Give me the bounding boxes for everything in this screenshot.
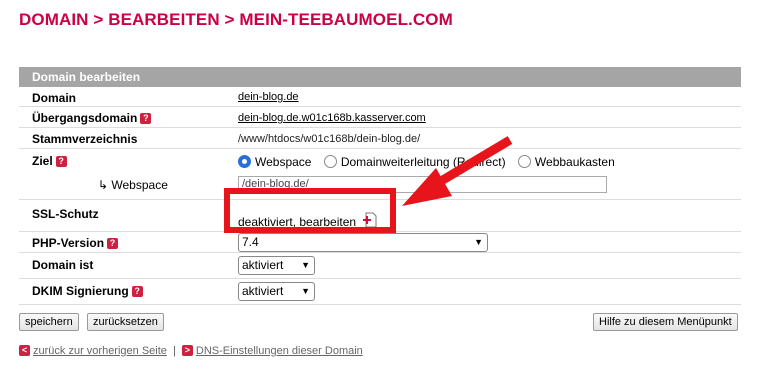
dkim-value: aktiviert — [242, 284, 284, 298]
chevron-down-icon: ▼ — [301, 260, 310, 270]
radio-checked-icon[interactable] — [238, 155, 251, 168]
row-root-dir: Stammverzeichnis /www/htdocs/w01c168b/de… — [19, 128, 741, 149]
row-domain: Domain dein-blog.de — [19, 87, 741, 107]
root-dir-value: /www/htdocs/w01c168b/dein-blog.de/ — [238, 133, 421, 145]
back-link[interactable]: zurück zur vorherigen Seite — [33, 345, 167, 357]
reset-button[interactable]: zurücksetzen — [87, 313, 164, 331]
row-domain-status: Domain ist aktiviert ▼ — [19, 253, 741, 279]
chevron-down-icon: ▼ — [474, 237, 483, 247]
dkim-select[interactable]: aktiviert ▼ — [238, 282, 315, 301]
root-dir-label: Stammverzeichnis — [32, 132, 138, 146]
back-bullet-icon: < — [19, 345, 30, 356]
dns-settings-link[interactable]: DNS-Einstellungen dieser Domain — [196, 345, 363, 357]
help-icon[interactable]: ? — [55, 156, 67, 167]
target-label-wrap: Ziel? — [32, 154, 67, 168]
help-icon[interactable]: ? — [140, 113, 152, 124]
radio-unchecked-icon[interactable] — [323, 155, 337, 168]
help-icon[interactable]: ? — [131, 286, 143, 297]
php-version-value: 7.4 — [242, 235, 259, 249]
domain-label: Domain — [32, 91, 77, 105]
help-button[interactable]: Hilfe zu diesem Menüpunkt — [593, 313, 738, 331]
php-label: PHP-Version — [32, 236, 105, 250]
php-version-select[interactable]: 7.4 ▼ — [238, 233, 488, 252]
transfer-domain-link[interactable]: dein-blog.de.w01c168b.kasserver.com — [238, 112, 426, 124]
row-dkim: DKIM Signierung? aktiviert ▼ — [19, 279, 741, 305]
dkim-label-wrap: DKIM Signierung? — [32, 284, 143, 298]
save-button[interactable]: speichern — [19, 313, 79, 331]
php-label-wrap: PHP-Version? — [32, 236, 119, 250]
radio-sitebuilder[interactable]: Webbaukasten — [517, 155, 615, 169]
transfer-domain-label: Übergangsdomain — [32, 111, 138, 125]
radio-redirect-label: Domainweiterleitung (Redirect) — [340, 155, 506, 169]
radio-unchecked-icon[interactable] — [517, 155, 531, 168]
chevron-down-icon: ▼ — [301, 286, 310, 296]
domain-link[interactable]: dein-blog.de — [238, 91, 299, 103]
panel-header: Domain bearbeiten — [19, 67, 741, 87]
target-radio-group: Webspace Domainweiterleitung (Redirect) … — [238, 155, 624, 169]
annotation-highlight-box — [224, 188, 396, 233]
domain-status-value: aktiviert — [242, 258, 284, 272]
transfer-domain-label-wrap: Übergangsdomain? — [32, 111, 152, 125]
ssl-label: SSL-Schutz — [32, 207, 99, 221]
domain-status-label: Domain ist — [32, 258, 94, 272]
row-transfer-domain: Übergangsdomain? dein-blog.de.w01c168b.k… — [19, 107, 741, 128]
radio-webspace[interactable]: Webspace — [238, 155, 311, 169]
footer-links: < zurück zur vorherigen Seite | > DNS-Eins… — [19, 345, 363, 357]
help-icon[interactable]: ? — [107, 238, 119, 249]
radio-sitebuilder-label: Webbaukasten — [534, 155, 615, 169]
domain-edit-panel: Domain bearbeiten Domain dein-blog.de Üb… — [19, 67, 741, 305]
dkim-label: DKIM Signierung — [32, 284, 129, 298]
dns-bullet-icon: > — [181, 345, 193, 356]
radio-redirect[interactable]: Domainweiterleitung (Redirect) — [323, 155, 506, 169]
domain-status-select[interactable]: aktiviert ▼ — [238, 256, 315, 275]
row-php: PHP-Version? 7.4 ▼ — [19, 232, 741, 253]
page-title: DOMAIN > BEARBEITEN > MEIN-TEEBAUMOEL.CO… — [19, 10, 453, 29]
target-label: Ziel — [32, 154, 53, 168]
radio-webspace-label: Webspace — [255, 155, 312, 169]
footer-separator: | — [172, 345, 176, 357]
webspace-path-label: ↳ Webspace — [98, 178, 168, 192]
